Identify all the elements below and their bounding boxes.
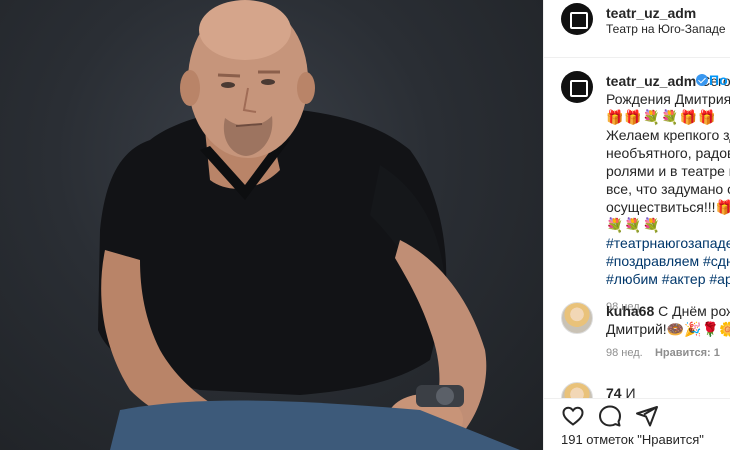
caption-username[interactable]: teatr_uz_adm bbox=[606, 73, 696, 89]
caption-avatar[interactable] bbox=[561, 71, 593, 103]
commenter-username-2[interactable]: 74 bbox=[606, 385, 622, 398]
caption-text: teatr_uz_adm Сегод Рождения Дмитрия 🎁🎁💐💐… bbox=[606, 72, 730, 316]
comments-scroll-area[interactable]: teatr_uz_adm Сегод Рождения Дмитрия 🎁🎁💐💐… bbox=[544, 58, 730, 398]
account-username[interactable]: teatr_uz_adm bbox=[606, 5, 696, 21]
comment-likes[interactable]: Нравится: 1 bbox=[655, 347, 720, 359]
hashtag-line-2[interactable]: #любим #актер #арт bbox=[606, 270, 730, 288]
commenter-avatar[interactable] bbox=[561, 302, 593, 334]
caption-line-4: необъятного, радова bbox=[606, 145, 730, 161]
comment-item: kuha68 С Днём рожд Дмитрий!🍩🎉🌹🌼 98 нед. … bbox=[606, 302, 730, 362]
likes-count[interactable]: 191 отметок "Нравится" bbox=[561, 432, 704, 447]
portrait-image bbox=[98, 0, 520, 450]
caption-line-1: Рождения Дмитрия bbox=[606, 91, 730, 107]
action-bar: 191 отметок "Нравится" bbox=[544, 398, 730, 450]
caption-line-3: Желаем крепкого зд bbox=[606, 127, 730, 143]
account-avatar[interactable] bbox=[561, 3, 593, 35]
commenter-username[interactable]: kuha68 bbox=[606, 303, 654, 319]
comment-line-1: С Днём рожд bbox=[658, 303, 730, 319]
location-label[interactable]: Театр на Юго-Западе bbox=[606, 22, 726, 36]
post-photo[interactable] bbox=[0, 0, 543, 450]
caption-line-5: ролями и в театре и bbox=[606, 163, 730, 179]
share-icon[interactable] bbox=[635, 404, 659, 428]
comment-line-2: Дмитрий!🍩🎉🌹🌼 bbox=[606, 321, 730, 337]
heart-icon[interactable] bbox=[561, 404, 585, 428]
follow-button[interactable]: По bbox=[709, 72, 728, 88]
caption-line-2: 🎁🎁💐💐🎁🎁 bbox=[606, 109, 717, 125]
verified-badge-icon bbox=[696, 74, 708, 86]
hashtag-line-1[interactable]: #поздравляем #сдне bbox=[606, 252, 730, 270]
commenter-avatar-2[interactable] bbox=[561, 382, 593, 398]
caption-line-6: все, что задумано об bbox=[606, 181, 730, 197]
comment-time[interactable]: 98 нед. bbox=[606, 347, 643, 359]
comment-icon[interactable] bbox=[598, 404, 622, 428]
comment-2-text: И bbox=[625, 385, 636, 398]
comment-item-2: 74 И bbox=[606, 384, 730, 398]
post-header: teatr_uz_adm Театр на Юго-Западе bbox=[544, 0, 730, 58]
hashtag-line-0[interactable]: #театрнаюгозападе bbox=[606, 234, 730, 252]
caption-line-8: 💐💐💐 bbox=[606, 217, 662, 233]
caption-line-7: осуществиться!!!🎁🎁 bbox=[606, 199, 730, 215]
post-sidebar: teatr_uz_adm Театр на Юго-Западе teatr_u… bbox=[543, 0, 730, 450]
